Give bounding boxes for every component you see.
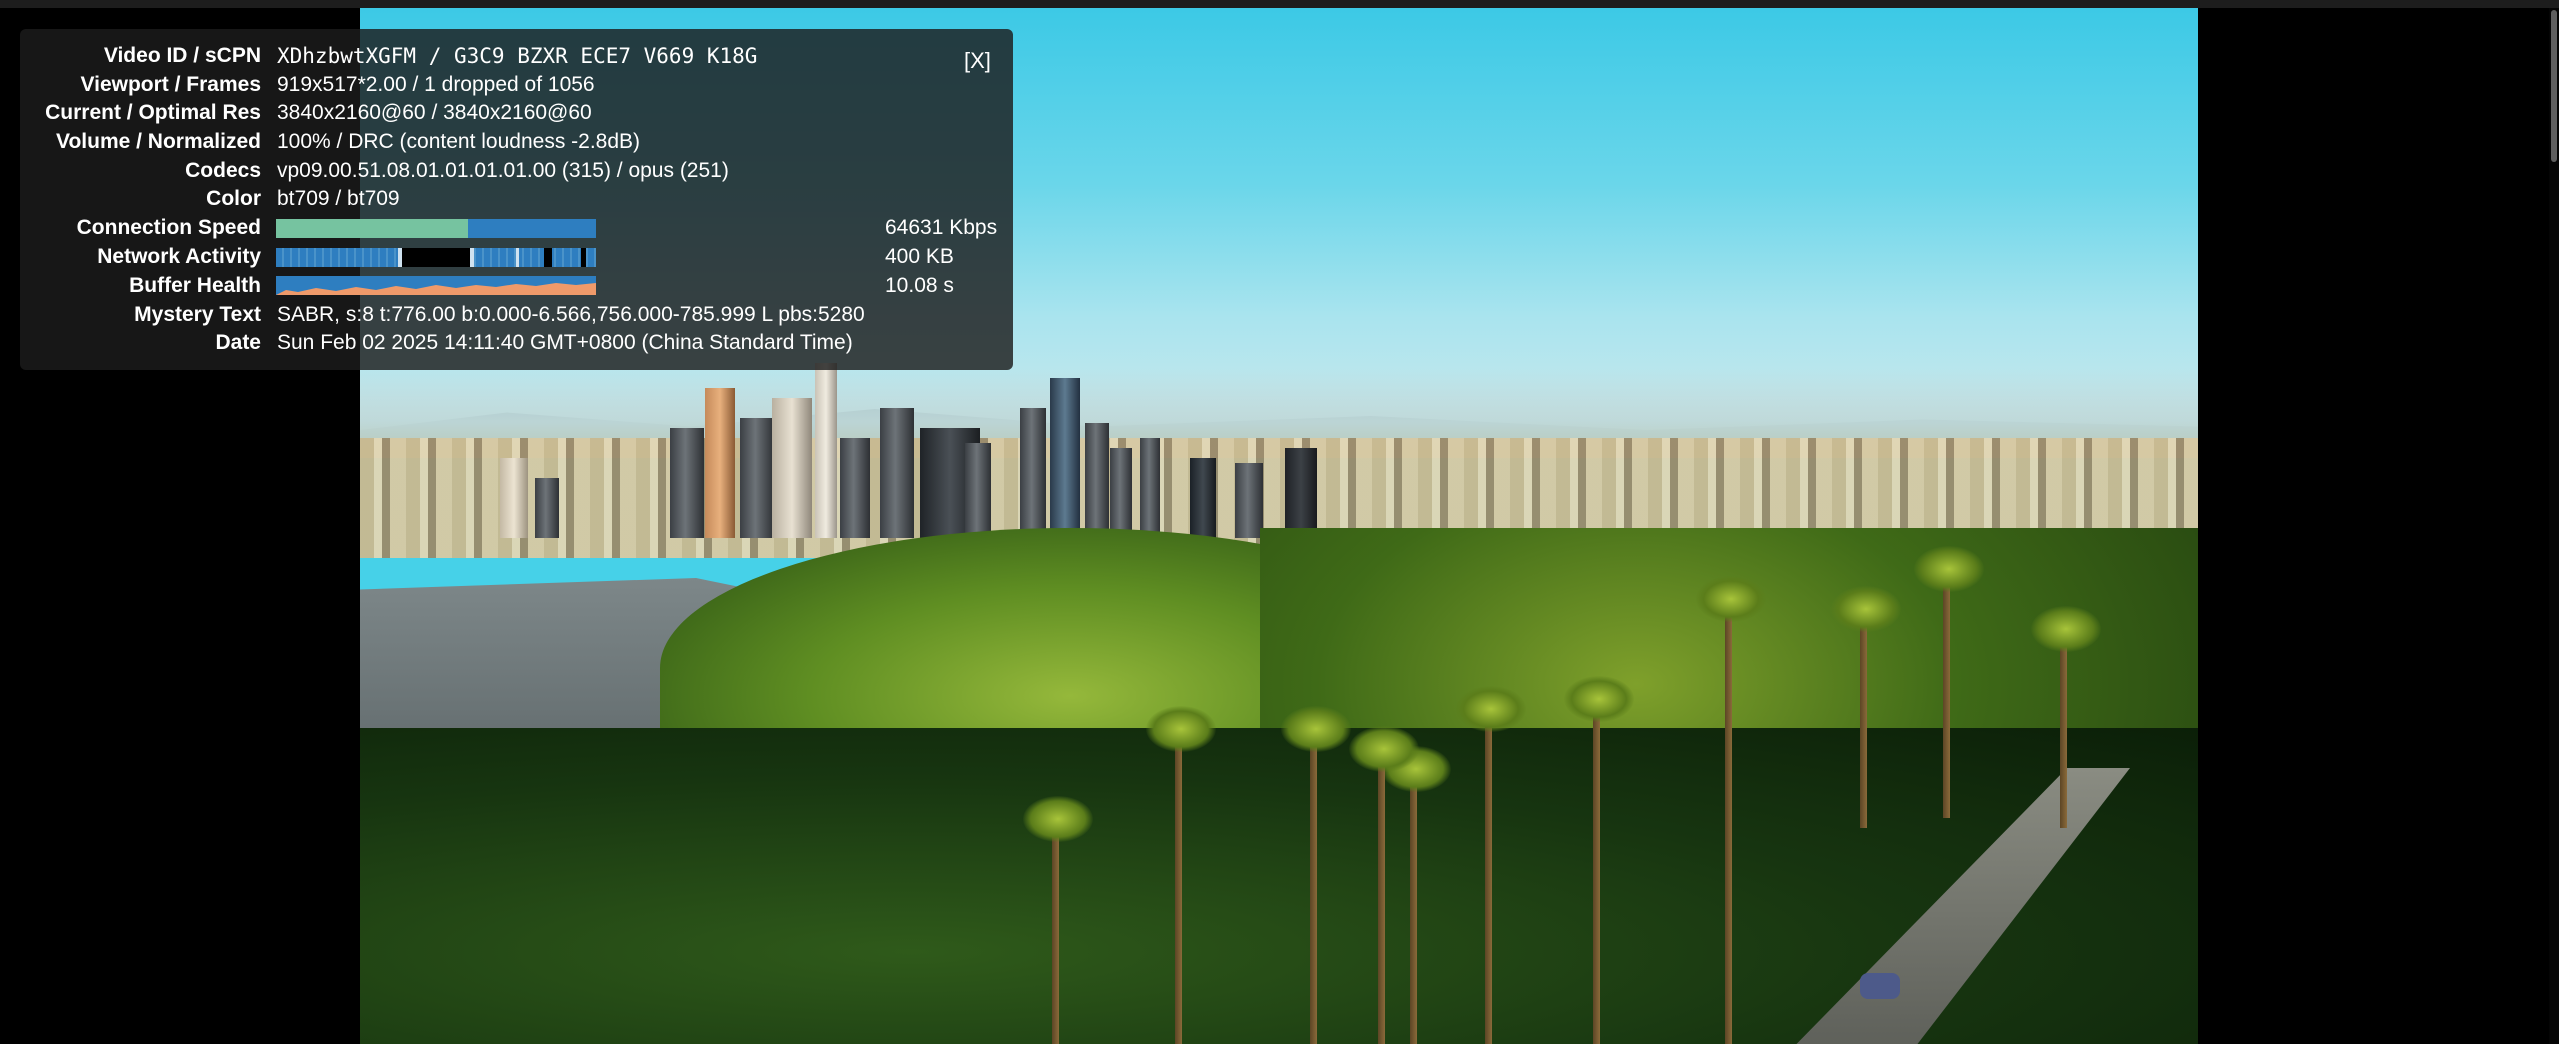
connection-speed-fill	[276, 219, 468, 238]
stats-label: Codecs	[185, 159, 261, 182]
top-bar	[0, 0, 2559, 8]
stats-for-nerds-panel: [X] Video ID / sCPN XDhzbwtXGFM / G3C9 B…	[20, 29, 1013, 370]
stats-value: bt709 / bt709	[277, 187, 400, 210]
stats-label: Current / Optimal Res	[45, 101, 261, 124]
stats-label: Volume / Normalized	[56, 130, 261, 153]
stats-value: 64631 Kbps	[885, 216, 998, 239]
stats-value: Sun Feb 02 2025 14:11:40 GMT+0800 (China…	[277, 331, 853, 354]
stats-row-network-activity: Network Activity 400 KB	[20, 244, 1013, 270]
connection-speed-bar	[276, 219, 596, 238]
video-car	[1860, 973, 1900, 999]
stats-label: Connection Speed	[76, 216, 261, 239]
stats-row-buffer-health: Buffer Health 10.08 s	[20, 273, 1013, 299]
stats-value: vp09.00.51.08.01.01.01.01.00 (315) / opu…	[277, 159, 729, 182]
stats-value: 10.08 s	[885, 274, 954, 297]
stats-row-connection-speed: Connection Speed 64631 Kbps	[20, 215, 1013, 241]
network-activity-bar	[276, 248, 596, 267]
page-scrollbar-thumb[interactable]	[2551, 10, 2557, 162]
buffer-health-graph	[276, 276, 596, 295]
stats-value: 3840x2160@60 / 3840x2160@60	[277, 101, 592, 124]
stats-label: Date	[215, 331, 261, 354]
stats-value: 400 KB	[885, 245, 954, 268]
stats-value: SABR, s:8 t:776.00 b:0.000-6.566,756.000…	[277, 303, 865, 326]
stats-value: 919x517*2.00 / 1 dropped of 1056	[277, 73, 595, 96]
stats-label: Mystery Text	[134, 303, 261, 326]
stats-label: Network Activity	[97, 245, 261, 268]
stats-value: 100% / DRC (content loudness -2.8dB)	[277, 130, 641, 153]
stats-value: XDhzbwtXGFM / G3C9 BZXR ECE7 V669 K18G	[277, 44, 758, 68]
stats-label: Color	[206, 187, 261, 210]
close-stats-button[interactable]: [X]	[964, 48, 991, 74]
stats-label: Buffer Health	[129, 274, 261, 297]
page-scrollbar-track[interactable]	[2549, 8, 2559, 1044]
stats-label: Viewport / Frames	[80, 73, 261, 96]
stats-label: Video ID / sCPN	[103, 44, 261, 67]
